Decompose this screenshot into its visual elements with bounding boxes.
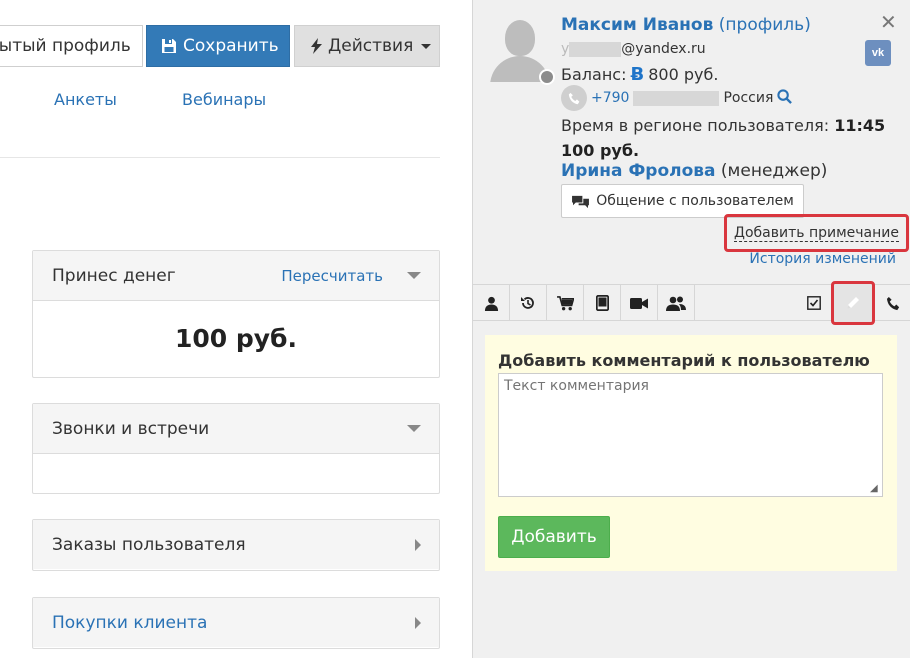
pencil-icon (847, 297, 859, 309)
money-panel: Принес денег Пересчитать 100 руб. (32, 250, 440, 378)
comments-icon (572, 195, 590, 208)
user-icon[interactable] (473, 285, 510, 321)
add-comment-form: Добавить комментарий к пользователю ◢ До… (485, 335, 897, 571)
email-domain: @yandex.ru (621, 41, 706, 57)
lightning-icon (311, 38, 322, 54)
tab-webinars[interactable]: Вебинары (182, 90, 266, 109)
user-email: y @yandex.ru (561, 41, 706, 57)
main-pane: рытый профиль Сохранить Действия Анкеты … (0, 0, 472, 658)
money-panel-body: 100 руб. (33, 301, 439, 376)
tab-ankety[interactable]: Анкеты (54, 90, 117, 109)
expand-arrow-icon[interactable] (415, 538, 421, 551)
collapse-arrow-icon[interactable] (407, 425, 421, 432)
tablet-icon[interactable] (584, 285, 621, 321)
add-note-label: Добавить примечание (734, 224, 899, 242)
balance-value: 800 руб. (648, 65, 719, 84)
checkbox-icon[interactable] (795, 285, 832, 321)
orders-panel[interactable]: Заказы пользователя (32, 519, 440, 571)
manager-name-link[interactable]: Ирина Фролова (561, 161, 716, 181)
actions-button-label: Действия (328, 36, 414, 56)
phone-icon[interactable] (561, 85, 587, 111)
floppy-disk-icon (162, 39, 176, 53)
collapse-arrow-icon[interactable] (407, 272, 421, 279)
phone-row: +790 Россия (561, 85, 793, 111)
money-panel-header[interactable]: Принес денег Пересчитать (33, 251, 439, 301)
purchases-panel-header[interactable]: Покупки клиента (33, 598, 439, 647)
purchases-panel-title: Покупки клиента (52, 612, 208, 633)
add-comment-tab[interactable] (831, 281, 875, 325)
tabs-divider (0, 157, 440, 158)
email-prefix: y (561, 41, 570, 57)
user-name: Максим Иванов (профиль) (561, 15, 811, 35)
search-icon[interactable] (777, 88, 793, 108)
phone-number-link[interactable]: +790 (591, 90, 629, 106)
chat-button-label: Общение с пользователем (596, 193, 794, 209)
balance-row: Баланс: Ƀ 800 руб. (561, 64, 718, 85)
resize-grip-icon[interactable]: ◢ (870, 483, 878, 494)
chevron-down-icon (421, 43, 432, 49)
cart-icon[interactable] (547, 285, 584, 321)
money-panel-title: Принес денег (52, 265, 176, 286)
actions-dropdown-button[interactable]: Действия (294, 25, 440, 67)
save-button[interactable]: Сохранить (146, 25, 290, 67)
orders-panel-title: Заказы пользователя (52, 534, 246, 555)
group-icon[interactable] (658, 285, 695, 321)
redacted-block (633, 90, 720, 106)
recalculate-link[interactable]: Пересчитать (281, 267, 383, 285)
money-amount: 100 руб. (174, 324, 298, 353)
chat-with-user-button[interactable]: Общение с пользователем (561, 184, 804, 218)
history-icon[interactable] (510, 285, 547, 321)
balance-label: Баланс: (561, 65, 627, 84)
close-icon[interactable]: ✕ (880, 10, 897, 34)
profile-link[interactable]: (профиль) (719, 15, 811, 35)
open-profile-button[interactable]: рытый профиль (0, 25, 143, 67)
comment-textarea[interactable] (498, 373, 883, 497)
add-comment-button[interactable]: Добавить (498, 516, 610, 558)
phone-call-icon[interactable] (875, 285, 910, 321)
region-time-value: 11:45 (834, 116, 886, 135)
purchases-panel[interactable]: Покупки клиента (32, 597, 440, 649)
bonus-currency-icon: Ƀ (630, 64, 645, 85)
add-note-link[interactable]: Добавить примечание (724, 214, 909, 252)
manager-row: Ирина Фролова (менеджер) (561, 161, 827, 181)
video-icon[interactable] (621, 285, 658, 321)
offline-status-icon (539, 69, 555, 85)
add-comment-title: Добавить комментарий к пользователю (498, 351, 870, 370)
vk-icon[interactable]: vk (865, 40, 891, 66)
calls-panel-title: Звонки и встречи (52, 418, 210, 439)
user-name-link[interactable]: Максим Иванов (561, 15, 713, 35)
region-time-label: Время в регионе пользователя: (561, 116, 830, 135)
calls-panel: Звонки и встречи (32, 403, 440, 494)
redacted-block (569, 41, 622, 57)
region-time: Время в регионе пользователя: 11:45 100 … (561, 113, 891, 163)
user-action-toolbar (473, 281, 910, 325)
change-history-link[interactable]: История изменений (749, 251, 896, 267)
orders-panel-header[interactable]: Заказы пользователя (33, 520, 439, 569)
save-button-label: Сохранить (183, 36, 279, 56)
calls-panel-header[interactable]: Звонки и встречи (33, 404, 439, 454)
user-spent: 100 руб. (561, 141, 640, 160)
manager-role: (менеджер) (720, 161, 828, 181)
phone-country: Россия (723, 90, 774, 106)
user-sidebar: ✕ vk Максим Иванов (профиль) y @yandex.r… (472, 0, 910, 658)
expand-arrow-icon[interactable] (415, 616, 421, 629)
